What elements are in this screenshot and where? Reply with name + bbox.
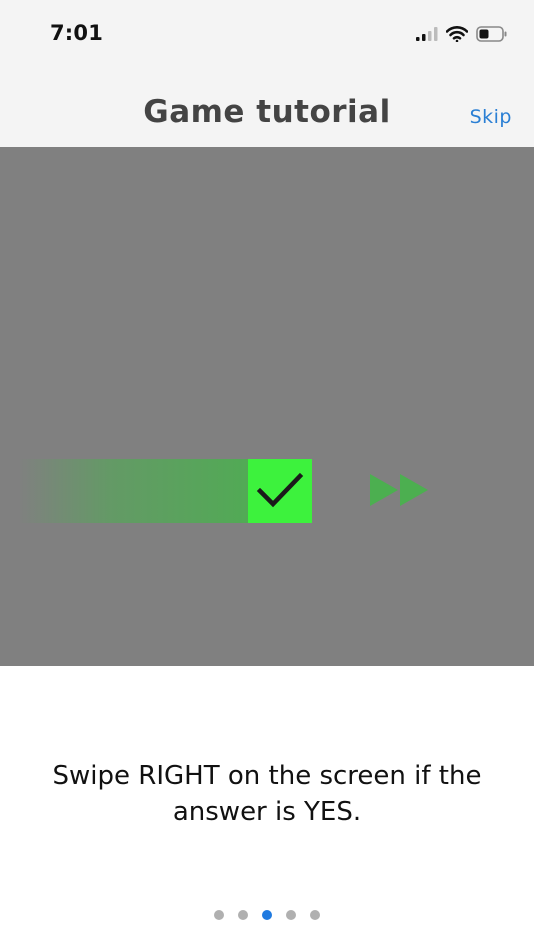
checkmark-icon bbox=[256, 472, 304, 508]
page-dot[interactable] bbox=[238, 910, 248, 920]
skip-button[interactable]: Skip bbox=[470, 106, 512, 128]
page-dot[interactable] bbox=[310, 910, 320, 920]
battery-icon bbox=[476, 26, 507, 42]
answer-yes-card bbox=[248, 459, 312, 523]
signal-icon bbox=[416, 27, 438, 41]
page-dot[interactable] bbox=[214, 910, 224, 920]
page-indicator[interactable] bbox=[0, 910, 534, 920]
page-dot[interactable] bbox=[286, 910, 296, 920]
tutorial-demo-area[interactable] bbox=[0, 147, 534, 666]
wifi-icon bbox=[446, 26, 468, 42]
page-dot-active[interactable] bbox=[262, 910, 272, 920]
status-bar: 7:01 bbox=[0, 0, 534, 68]
nav-bar: Game tutorial Skip bbox=[0, 68, 534, 147]
tutorial-instruction: Swipe RIGHT on the screen if the answer … bbox=[52, 761, 482, 827]
page-title: Game tutorial bbox=[143, 94, 391, 130]
swipe-trail bbox=[18, 459, 250, 523]
status-icons bbox=[416, 22, 508, 46]
fast-forward-icon bbox=[370, 474, 428, 506]
swipe-direction-arrows bbox=[368, 472, 430, 513]
status-time: 7:01 bbox=[50, 21, 104, 45]
